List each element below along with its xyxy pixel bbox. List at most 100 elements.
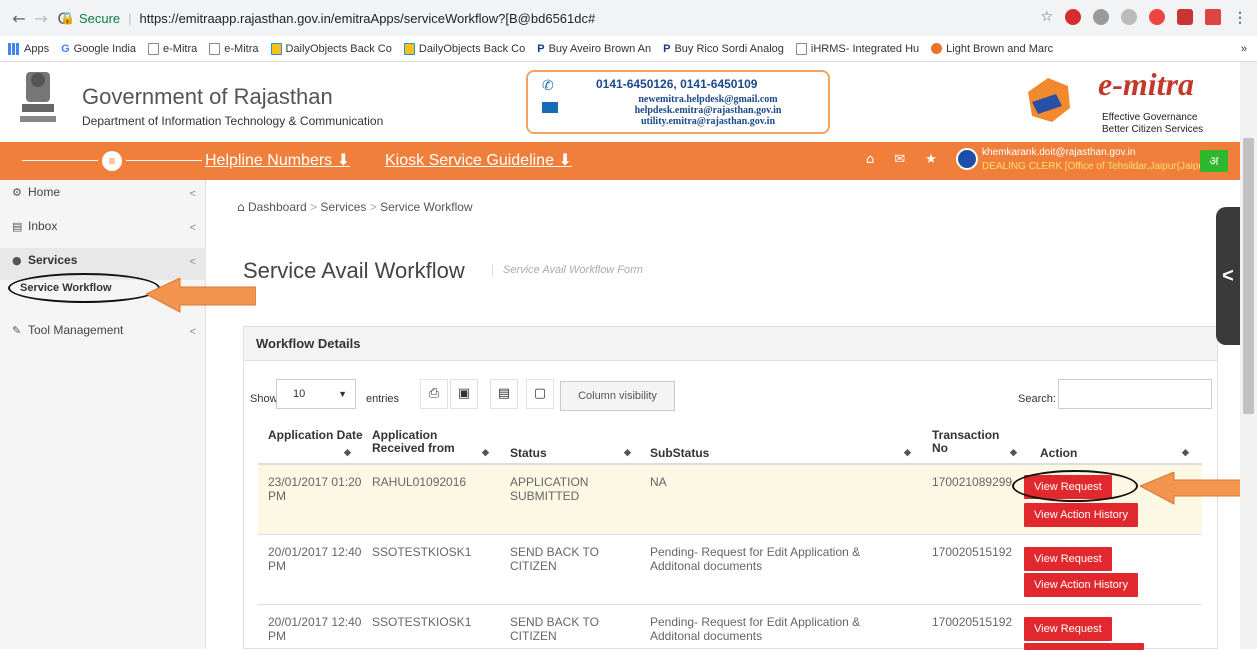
col-action[interactable]: Action <box>1040 447 1077 460</box>
sidebar-item-home[interactable]: ⚙ Home < <box>0 180 206 212</box>
bookmark-ihrms[interactable]: iHRMS- Integrated Hu <box>795 42 919 55</box>
language-button[interactable]: अ <box>1200 150 1228 172</box>
cell-from: RAHUL01092016 <box>372 475 467 489</box>
state-emblem-icon <box>20 72 56 122</box>
breadcrumb-services[interactable]: Services <box>320 200 366 214</box>
home-icon[interactable]: ⌂ <box>866 152 874 167</box>
divider <box>126 160 202 161</box>
page-size-select[interactable]: 10 ▼ <box>276 379 356 409</box>
home-icon: ⌂ <box>237 200 245 214</box>
bookmarks-bar: Apps G Google India e-Mitra e-Mitra Daily… <box>0 36 1257 62</box>
star-icon[interactable]: ☆ <box>1040 9 1053 26</box>
page-icon <box>795 42 807 55</box>
view-request-button[interactable]: View Request <box>1024 547 1112 571</box>
apps-icon <box>8 42 20 55</box>
avatar[interactable] <box>956 148 978 170</box>
cell-status: SEND BACK TO CITIZEN <box>510 615 599 643</box>
divider <box>22 160 98 161</box>
bookmark-overflow[interactable]: » <box>1241 43 1247 55</box>
forward-icon[interactable]: → <box>30 9 52 28</box>
search-input[interactable] <box>1058 379 1212 409</box>
bookmark-emitra-2[interactable]: e-Mitra <box>209 42 259 55</box>
bookmark-light-brown[interactable]: Light Brown and Marc <box>931 43 1053 55</box>
sidebar-item-inbox[interactable]: ▤ Inbox < <box>0 214 206 246</box>
bookmark-dailyobjects[interactable]: DailyObjects Back Co <box>270 42 392 55</box>
chevron-left-icon: < <box>189 188 196 200</box>
star-icon[interactable]: ★ <box>925 152 937 167</box>
menu-toggle-icon[interactable]: ≡ <box>102 151 122 171</box>
user-role[interactable]: DEALING CLERK [Office of Tehsildar,Jaipu… <box>982 161 1221 172</box>
view-action-history-button[interactable]: View Action History <box>1024 503 1138 527</box>
pdf-export-button[interactable]: ▢ <box>526 379 554 409</box>
scrollbar-thumb[interactable] <box>1243 138 1254 414</box>
gov-title: Government of Rajasthan <box>82 84 333 109</box>
paytm-icon: P <box>537 42 545 55</box>
secure-label: Secure <box>78 10 121 26</box>
cell-substatus: NA <box>650 475 667 489</box>
chevron-down-icon: ▼ <box>338 389 347 399</box>
sidebar-item-tool-management[interactable]: ✎ Tool Management < <box>0 318 206 350</box>
cell-date: 20/01/2017 12:40 PM <box>268 615 362 643</box>
dashboard-icon: ⚙ <box>12 186 22 199</box>
bookmark-emitra[interactable]: e-Mitra <box>148 42 197 55</box>
sort-icon[interactable]: ◆ <box>624 447 631 458</box>
cell-transaction-no: 170021089299 <box>932 475 1013 489</box>
user-email[interactable]: khemkarank.doit@rajasthan.gov.in <box>982 147 1135 158</box>
col-application-date[interactable]: Application Date <box>268 429 368 442</box>
view-request-button[interactable]: View Request <box>1024 617 1112 641</box>
url-text[interactable]: https://emitraapp.rajasthan.gov.in/emitr… <box>140 11 596 26</box>
entries-label: entries <box>366 393 400 405</box>
site-icon <box>931 43 943 54</box>
bookmark-aveiro[interactable]: P Buy Aveiro Brown An <box>537 43 651 55</box>
mail-icon[interactable]: ✉ <box>894 152 905 167</box>
phone-icon: ✆ <box>542 78 554 94</box>
cell-from: SSOTESTKIOSK1 <box>372 615 472 629</box>
download-icon: ⬇ <box>336 152 351 169</box>
excel-export-button[interactable]: ▣ <box>450 379 478 409</box>
breadcrumb-dashboard[interactable]: Dashboard <box>248 200 307 214</box>
menu-icon[interactable]: ⋮ <box>1233 9 1247 26</box>
mail-icon <box>542 102 558 113</box>
col-substatus[interactable]: SubStatus <box>650 447 709 460</box>
bookmark-rico[interactable]: P Buy Rico Sordi Analog <box>663 43 784 55</box>
csv-export-button[interactable]: ▤ <box>490 379 518 409</box>
breadcrumb-current: Service Workflow <box>380 200 473 214</box>
google-icon: G <box>61 42 70 55</box>
emitra-tagline: Better Citizen Services <box>1102 124 1204 135</box>
column-visibility-button[interactable]: Column visibility <box>560 381 675 411</box>
print-button[interactable]: ⎙ <box>420 379 448 409</box>
lock-icon: 🔒 <box>60 11 75 25</box>
page-subtitle: Service Avail Workflow Form <box>492 264 643 276</box>
side-panel-toggle[interactable]: < <box>1216 207 1240 345</box>
chevron-left-icon: < <box>189 326 196 338</box>
view-action-history-button[interactable]: View Action History <box>1024 573 1138 597</box>
sort-icon[interactable]: ◆ <box>1010 447 1017 458</box>
back-icon[interactable]: ← <box>8 9 30 28</box>
extension-icon[interactable] <box>1177 9 1193 25</box>
kiosk-guideline-link[interactable]: Kiosk Service Guideline ⬇ <box>385 150 572 170</box>
dailyobjects-icon <box>270 42 282 55</box>
sort-icon[interactable]: ◆ <box>904 447 911 458</box>
emitra-map-logo-icon <box>1028 78 1070 122</box>
adblock-icon[interactable] <box>1065 9 1081 25</box>
sort-icon[interactable]: ◆ <box>344 447 351 458</box>
bookmark-apps[interactable]: Apps <box>8 42 49 55</box>
helpdesk-phones: 0141-6450126, 0141-6450109 <box>596 77 758 91</box>
highlight-ellipse <box>1012 470 1138 502</box>
bookmark-dailyobjects-2[interactable]: DailyObjects Back Co <box>403 42 525 55</box>
extension-icon[interactable] <box>1093 9 1109 25</box>
extension-icon[interactable] <box>1149 9 1165 25</box>
scrollbar[interactable] <box>1240 62 1257 649</box>
col-received-from[interactable]: Application Received from <box>372 429 492 455</box>
pdf-icon[interactable] <box>1205 9 1221 25</box>
panel-heading: Workflow Details <box>244 327 1217 361</box>
page-title: Service Avail Workflow <box>243 258 465 283</box>
helpline-numbers-link[interactable]: Helpline Numbers ⬇ <box>205 150 350 170</box>
col-status[interactable]: Status <box>510 447 547 460</box>
helpdesk-contact-box: ✆ 0141-6450126, 0141-6450109 newemitra.h… <box>526 70 830 134</box>
col-transaction-no[interactable]: Transaction No <box>932 429 1002 455</box>
bookmark-google[interactable]: G Google India <box>61 43 136 55</box>
sort-icon[interactable]: ◆ <box>482 447 489 458</box>
sort-icon[interactable]: ◆ <box>1182 447 1189 458</box>
extension-icon[interactable] <box>1121 9 1137 25</box>
